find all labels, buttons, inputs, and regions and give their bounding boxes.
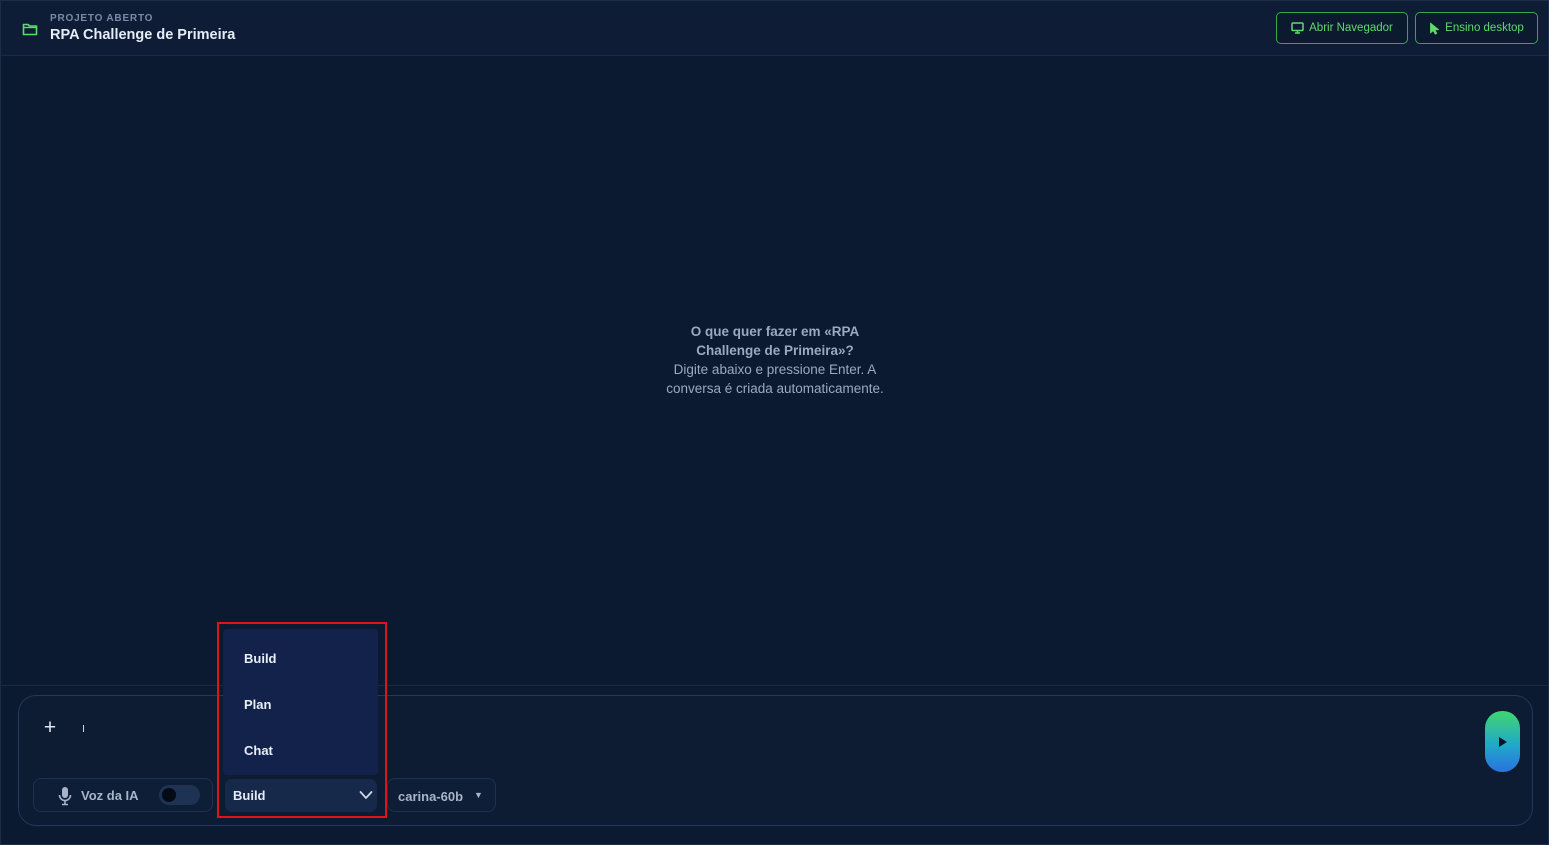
header: PROJETO ABERTO RPA Challenge de Primeira… <box>1 1 1548 56</box>
mode-select[interactable]: Build <box>225 779 377 812</box>
project-title: RPA Challenge de Primeira <box>50 27 236 43</box>
mic-icon <box>58 787 72 806</box>
folder-icon <box>22 23 38 36</box>
mode-option-build[interactable]: Build <box>223 638 378 678</box>
play-icon <box>1498 736 1507 747</box>
model-select-arrow-icon: ▼ <box>474 790 483 800</box>
voice-label: Voz da IA <box>81 788 139 803</box>
model-select-value: carina-60b <box>398 789 464 804</box>
mode-dropdown-menu: Build Plan Chat <box>223 629 378 775</box>
project-label: PROJETO ABERTO <box>50 13 154 24</box>
chevron-down-icon <box>359 791 373 799</box>
empty-state-question: O que quer fazer em «RPA Challenge de Pr… <box>690 324 860 358</box>
desktop-teaching-label: Ensino desktop <box>1445 22 1524 34</box>
open-browser-label: Abrir Navegador <box>1309 22 1393 34</box>
voice-toggle[interactable] <box>159 785 200 805</box>
monitor-icon <box>1291 22 1304 34</box>
mode-option-chat[interactable]: Chat <box>223 730 378 770</box>
mode-select-value: Build <box>233 788 266 803</box>
empty-state-message: O que quer fazer em «RPA Challenge de Pr… <box>665 322 885 398</box>
desktop-teaching-button[interactable]: Ensino desktop <box>1415 12 1538 44</box>
empty-state-hint: Digite abaixo e pressione Enter. A conve… <box>666 362 884 396</box>
send-button[interactable] <box>1485 711 1520 772</box>
add-attachment-button[interactable]: + <box>40 717 60 739</box>
mode-option-plan[interactable]: Plan <box>223 684 378 724</box>
model-select[interactable]: carina-60b ▼ <box>387 778 496 812</box>
app-window: PROJETO ABERTO RPA Challenge de Primeira… <box>0 0 1549 845</box>
cursor-icon <box>1430 22 1440 35</box>
voice-toggle-knob <box>162 788 176 802</box>
text-cursor <box>83 725 84 732</box>
open-browser-button[interactable]: Abrir Navegador <box>1276 12 1408 44</box>
